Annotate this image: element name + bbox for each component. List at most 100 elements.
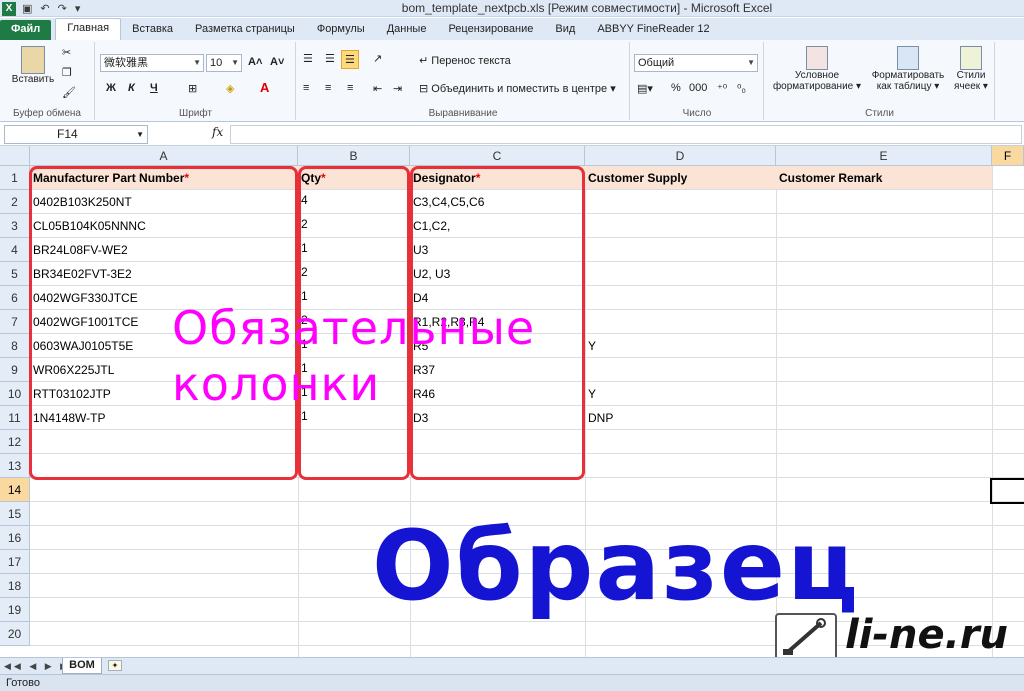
cell-d1[interactable]: Customer Supply — [588, 166, 687, 190]
sample-watermark: Образец — [372, 510, 861, 622]
col-header-d[interactable]: D — [585, 146, 776, 166]
row-header[interactable]: 8 — [0, 334, 30, 358]
percent-button[interactable]: % — [671, 82, 681, 94]
cell-d8[interactable]: Y — [588, 334, 596, 358]
format-table-label-1: Форматировать — [871, 70, 945, 81]
increase-indent-icon[interactable]: ⇥ — [393, 82, 402, 95]
row-header[interactable]: 6 — [0, 286, 30, 310]
row-header[interactable]: 3 — [0, 214, 30, 238]
fill-color-icon[interactable]: ◈ — [226, 82, 234, 95]
formula-input[interactable] — [230, 125, 1022, 144]
window-title: bom_template_nextpcb.xls [Режим совмести… — [401, 1, 773, 15]
format-painter-icon[interactable]: 🖌 — [62, 86, 76, 99]
copy-icon[interactable]: ❐ — [62, 66, 72, 79]
shrink-font-icon[interactable]: A˅ — [270, 56, 284, 68]
align-top-icon[interactable]: ☰ — [303, 52, 313, 65]
format-as-table-button[interactable]: Форматировать как таблицу ▾ — [867, 46, 949, 92]
insert-sheet-icon[interactable]: ✦ — [108, 660, 122, 671]
merge-center-button[interactable]: ⊟ Объединить и поместить в центре ▾ — [419, 82, 616, 95]
bold-button[interactable]: Ж — [106, 82, 116, 94]
row-header[interactable]: 5 — [0, 262, 30, 286]
group-font: 微软雅黑 ▼ 10 ▼ A˄ A˅ Ж К Ч ⊞ ◈ A Шрифт — [96, 42, 296, 120]
tab-file[interactable]: Файл — [0, 20, 52, 40]
row-header[interactable]: 9 — [0, 358, 30, 382]
align-middle-icon[interactable]: ☰ — [325, 52, 335, 65]
paste-button[interactable]: Вставить — [8, 46, 58, 85]
col-header-c[interactable]: C — [410, 146, 585, 166]
row-header[interactable]: 16 — [0, 526, 30, 550]
title-bar: X ▣ ↶ ↷ ▾ bom_template_nextpcb.xls [Режи… — [0, 0, 1024, 17]
tab-page-layout[interactable]: Разметка страницы — [184, 20, 306, 40]
sheet-tab-bom[interactable]: BOM — [62, 658, 102, 674]
row-header[interactable]: 10 — [0, 382, 30, 406]
tab-view[interactable]: Вид — [544, 20, 586, 40]
thousands-button[interactable]: 000 — [689, 82, 707, 94]
cell-e1[interactable]: Customer Remark — [779, 166, 882, 190]
row-header[interactable]: 19 — [0, 598, 30, 622]
cell-d11[interactable]: DNP — [588, 406, 613, 430]
cut-icon[interactable]: ✂ — [62, 46, 71, 59]
font-name-value: 微软雅黑 — [104, 57, 148, 69]
font-size-combo[interactable]: 10 ▼ — [206, 54, 242, 72]
wrap-text-button[interactable]: ↵ Перенос текста — [419, 54, 511, 67]
group-styles-label: Стили — [865, 108, 894, 119]
orientation-icon[interactable]: ↗ — [373, 52, 382, 65]
align-right-icon[interactable]: ≡ — [347, 82, 353, 94]
cell-d10[interactable]: Y — [588, 382, 596, 406]
conditional-format-label-1: Условное — [794, 70, 840, 81]
tab-home[interactable]: Главная — [55, 18, 122, 40]
active-cell-f14[interactable] — [990, 478, 1024, 504]
align-bottom-icon[interactable]: ☰ — [341, 50, 359, 69]
row-header[interactable]: 14 — [0, 478, 30, 502]
mandatory-columns-annotation: Обязательные колонки — [172, 300, 535, 412]
group-clipboard: Вставить ✂ ❐ 🖌 Буфер обмена — [0, 42, 95, 120]
align-left-icon[interactable]: ≡ — [303, 82, 309, 94]
row-header[interactable]: 7 — [0, 310, 30, 334]
col-header-e[interactable]: E — [776, 146, 992, 166]
row-header[interactable]: 1 — [0, 166, 30, 190]
align-center-icon[interactable]: ≡ — [325, 82, 331, 94]
decrease-indent-icon[interactable]: ⇤ — [373, 82, 382, 95]
row-header[interactable]: 20 — [0, 622, 30, 646]
col-header-b[interactable]: B — [298, 146, 410, 166]
chevron-down-icon: ▼ — [231, 58, 239, 67]
underline-button[interactable]: Ч — [150, 82, 158, 94]
merge-label: Объединить и поместить в центре — [431, 83, 608, 95]
site-name: li-ne.ru — [845, 612, 1009, 658]
select-all-corner[interactable] — [0, 146, 30, 166]
borders-icon[interactable]: ⊞ — [188, 82, 197, 95]
currency-icon[interactable]: ▤▾ — [637, 82, 653, 95]
ribbon-tabs: Файл Главная Вставка Разметка страницы Ф… — [0, 18, 1024, 40]
italic-button[interactable]: К — [128, 82, 135, 94]
row-header[interactable]: 11 — [0, 406, 30, 430]
name-box[interactable]: F14 ▼ — [4, 125, 148, 144]
row-header[interactable]: 12 — [0, 430, 30, 454]
chevron-down-icon: ▼ — [747, 58, 755, 67]
sheet-tab-bar: ◀◀ ◀ ▶ ▶▶ BOM ✦ — [0, 657, 1024, 674]
font-color-icon[interactable]: A — [260, 80, 269, 95]
decrease-decimal-icon[interactable]: ⁰₀ — [737, 82, 746, 95]
conditional-format-button[interactable]: Условное форматирование ▾ — [767, 46, 867, 92]
chevron-down-icon: ▼ — [136, 130, 144, 139]
wrap-text-label: Перенос текста — [431, 55, 511, 67]
tab-data[interactable]: Данные — [376, 20, 438, 40]
tab-abbyy[interactable]: ABBYY FineReader 12 — [586, 20, 720, 40]
cell-styles-button[interactable]: Стили ячеек ▾ — [951, 46, 991, 92]
increase-decimal-icon[interactable]: ⁺⁰ — [717, 82, 727, 95]
number-format-combo[interactable]: Общий ▼ — [634, 54, 758, 72]
tab-insert[interactable]: Вставка — [121, 20, 184, 40]
font-name-combo[interactable]: 微软雅黑 ▼ — [100, 54, 204, 72]
row-header[interactable]: 15 — [0, 502, 30, 526]
tab-review[interactable]: Рецензирование — [437, 20, 544, 40]
row-header[interactable]: 18 — [0, 574, 30, 598]
row-header[interactable]: 4 — [0, 238, 30, 262]
tab-formulas[interactable]: Формулы — [306, 20, 376, 40]
row-header[interactable]: 13 — [0, 454, 30, 478]
row-header[interactable]: 17 — [0, 550, 30, 574]
row-header[interactable]: 2 — [0, 190, 30, 214]
grow-font-icon[interactable]: A˄ — [248, 56, 262, 68]
group-alignment-label: Выравнивание — [428, 108, 498, 119]
insert-function-button[interactable]: fx — [212, 125, 223, 139]
col-header-f[interactable]: F — [992, 146, 1024, 166]
col-header-a[interactable]: A — [30, 146, 298, 166]
